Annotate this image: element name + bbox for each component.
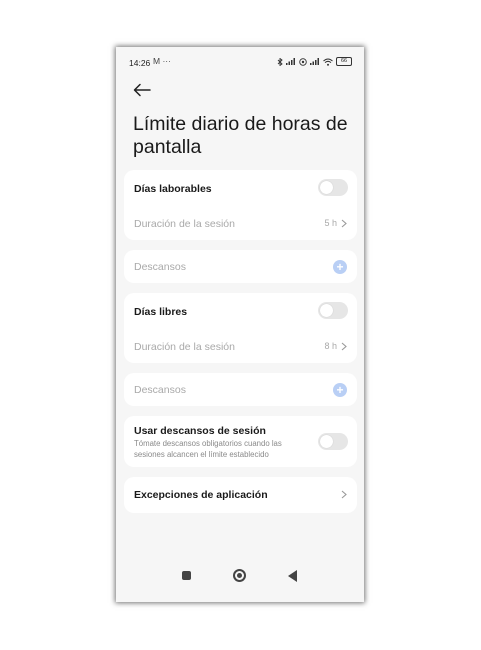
hotspot-icon [299,57,307,66]
workdays-label: Días laborables [134,183,212,195]
status-right-icons: 66 [277,57,352,66]
freedays-session-label[interactable]: Duración de la sesión [134,341,235,353]
workdays-session-value[interactable]: 5 h [324,218,347,228]
workdays-toggle[interactable] [318,179,348,196]
phone-screen: 14:26 M ··· 66 Límite diario de horas de… [116,47,364,602]
chevron-right-icon [341,342,347,350]
recents-icon[interactable] [182,571,191,580]
status-bar: 14:26 M ··· 66 [116,47,364,77]
freedays-toggle[interactable] [318,302,348,319]
exceptions-label: Excepciones de aplicación [134,489,268,501]
chevron-right-icon [341,490,347,499]
bluetooth-icon [277,57,283,66]
workdays-breaks-card[interactable]: Descansos + [124,250,357,283]
navigation-bar [116,562,364,602]
workdays-session-value-text: 5 h [324,218,337,228]
session-breaks-card: Usar descansos de sesión Tómate descanso… [124,416,357,467]
workdays-card: Días laborables Duración de la sesión 5 … [124,170,357,240]
workdays-session-label[interactable]: Duración de la sesión [134,218,235,230]
freedays-breaks-label: Descansos [134,384,186,396]
add-icon[interactable]: + [333,383,347,397]
freedays-session-value[interactable]: 8 h [324,341,347,351]
battery-icon: 66 [336,57,352,66]
chevron-right-icon [341,219,347,227]
exceptions-card[interactable]: Excepciones de aplicación [124,477,357,513]
freedays-breaks-card[interactable]: Descansos + [124,373,357,406]
home-icon[interactable] [233,569,246,582]
freedays-session-value-text: 8 h [324,341,337,351]
session-breaks-description: Tómate descansos obligatorios cuando las… [134,439,282,459]
signal-icon [286,58,295,65]
nav-back-icon[interactable] [288,570,297,582]
session-breaks-label: Usar descansos de sesión [134,425,266,437]
freedays-card: Días libres Duración de la sesión 8 h [124,293,357,363]
wifi-icon [323,58,333,66]
workdays-breaks-label: Descansos [134,261,186,273]
add-icon[interactable]: + [333,260,347,274]
back-arrow-icon[interactable] [133,83,151,97]
freedays-label: Días libres [134,306,188,318]
session-breaks-toggle[interactable] [318,433,348,450]
status-notification-icons: M ··· [153,56,171,66]
status-time: 14:26 [129,58,151,68]
signal-icon-2 [310,58,319,65]
page-title: Límite diario de horas de pantalla [133,113,348,158]
